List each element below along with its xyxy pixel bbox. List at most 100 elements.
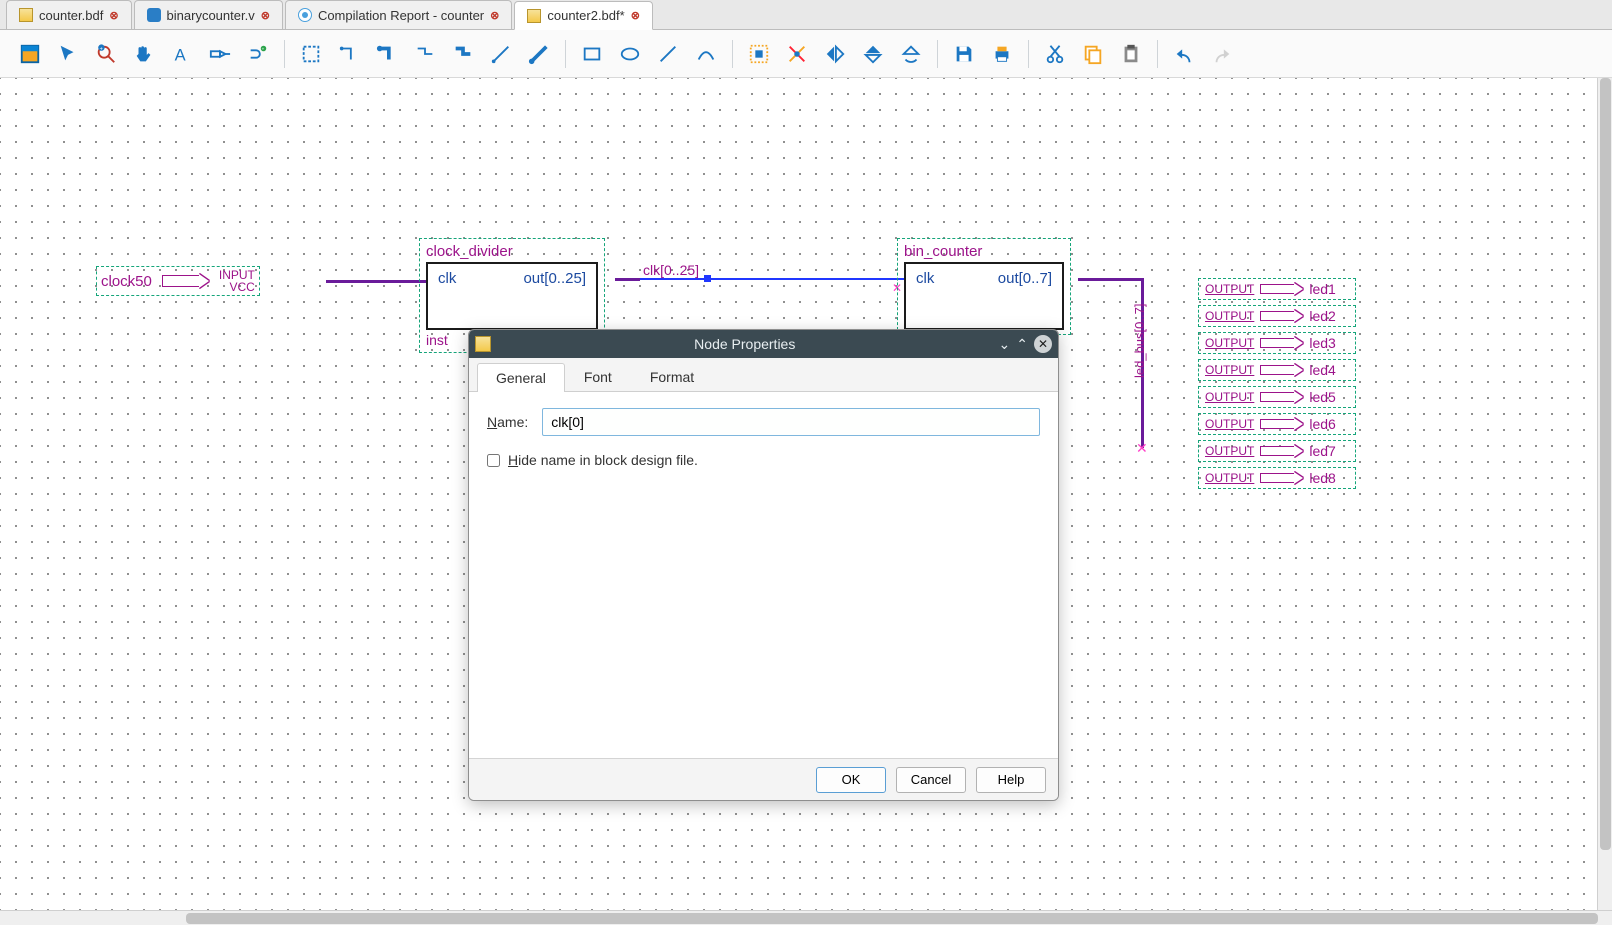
output-pin[interactable]: OUTPUTled2 (1198, 305, 1356, 327)
wire-selected[interactable] (640, 278, 905, 280)
redo-icon[interactable] (1204, 36, 1240, 72)
output-pin[interactable]: OUTPUTled3 (1198, 332, 1356, 354)
port-out: out[0..7] (998, 270, 1052, 287)
svg-text:+: + (100, 46, 103, 52)
tab-label: Compilation Report - counter (318, 8, 484, 23)
ok-button[interactable]: OK (816, 767, 886, 793)
zoom-icon[interactable]: + (88, 36, 124, 72)
help-button[interactable]: Help (976, 767, 1046, 793)
output-pin[interactable]: OUTPUTled7 (1198, 440, 1356, 462)
flip-vertical-icon[interactable] (855, 36, 891, 72)
close-icon[interactable]: ⊗ (631, 9, 640, 22)
block-bin-counter[interactable]: bin_counter clk out[0..7] (897, 238, 1071, 335)
paste-icon[interactable] (1113, 36, 1149, 72)
output-pin[interactable]: OUTPUTled5 (1198, 386, 1356, 408)
rotate-icon[interactable] (893, 36, 929, 72)
copy-icon[interactable] (1075, 36, 1111, 72)
tab-general[interactable]: General (477, 363, 565, 392)
hide-name-label: Hide name in block design file. (508, 452, 698, 468)
close-icon[interactable]: ✕ (1034, 335, 1052, 353)
rectangle-icon[interactable] (574, 36, 610, 72)
cancel-button[interactable]: Cancel (896, 767, 966, 793)
verilog-file-icon (147, 8, 161, 22)
pin-arrow-icon (199, 274, 209, 288)
bus-label: led_bus[0..7] (1132, 304, 1147, 378)
toolbar: + A + (0, 30, 1612, 78)
rubberband-icon[interactable] (741, 36, 777, 72)
cut-icon[interactable] (1037, 36, 1073, 72)
tab-counter-bdf[interactable]: counter.bdf ⊗ (6, 0, 132, 29)
port-in: clk (916, 270, 934, 287)
tab-counter2-bdf[interactable]: counter2.bdf* ⊗ (514, 1, 653, 30)
tab-label: binarycounter.v (167, 8, 255, 23)
close-icon[interactable]: ⊗ (261, 9, 270, 22)
diagonal-line-icon[interactable] (483, 36, 519, 72)
pointer-icon[interactable] (50, 36, 86, 72)
diagonal-bus-icon[interactable] (521, 36, 557, 72)
port-out: out[0..25] (523, 270, 586, 287)
pin-icon[interactable] (202, 36, 238, 72)
toolbar-separator (1157, 40, 1158, 68)
output-pin[interactable]: OUTPUTled6 (1198, 413, 1356, 435)
dangling-x-icon: ✕ (1136, 440, 1148, 457)
output-pins-group: OUTPUTled1 OUTPUTled2 OUTPUTled3 OUTPUTl… (1198, 278, 1356, 489)
tab-binarycounter-v[interactable]: binarycounter.v ⊗ (134, 0, 283, 29)
scroll-thumb[interactable] (1600, 78, 1611, 850)
wire[interactable] (615, 278, 640, 281)
vertical-scrollbar[interactable] (1597, 78, 1612, 910)
close-icon[interactable]: ⊗ (490, 9, 499, 22)
toolbar-separator (937, 40, 938, 68)
pin-body-icon (162, 275, 200, 287)
conduit-bus-icon[interactable] (445, 36, 481, 72)
close-icon[interactable]: ⊗ (109, 9, 118, 22)
horizontal-scrollbar[interactable] (0, 910, 1612, 925)
rect-select-icon[interactable] (293, 36, 329, 72)
editor-tabs: counter.bdf ⊗ binarycounter.v ⊗ Compilat… (0, 0, 1612, 30)
flip-horizontal-icon[interactable] (817, 36, 853, 72)
bdf-file-icon (19, 8, 33, 22)
tab-compilation-report[interactable]: Compilation Report - counter ⊗ (285, 0, 512, 29)
output-pin[interactable]: OUTPUTled4 (1198, 359, 1356, 381)
hand-icon[interactable] (126, 36, 162, 72)
hide-name-checkbox[interactable] (487, 454, 500, 467)
tab-font[interactable]: Font (565, 362, 631, 391)
schematic-canvas[interactable]: clock50 INPUTVCC clock_divider clk out[0… (0, 78, 1612, 925)
conduit-line-icon[interactable] (407, 36, 443, 72)
toolbar-separator (284, 40, 285, 68)
collapse-icon[interactable]: ⌄ (999, 336, 1011, 353)
expand-icon[interactable]: ⌃ (1016, 336, 1028, 353)
oval-icon[interactable] (612, 36, 648, 72)
toolbar-separator (1028, 40, 1029, 68)
dialog-footer: OK Cancel Help (469, 758, 1058, 800)
partial-select-icon[interactable] (779, 36, 815, 72)
undo-icon[interactable] (1166, 36, 1202, 72)
app-icon[interactable] (12, 36, 48, 72)
scroll-thumb[interactable] (186, 913, 1598, 924)
dialog-titlebar[interactable]: Node Properties ⌄ ⌃ ✕ (469, 330, 1058, 358)
toolbar-separator (732, 40, 733, 68)
text-icon[interactable]: A (164, 36, 200, 72)
name-label: Name: (487, 414, 528, 430)
wire-handle-icon[interactable] (704, 275, 711, 282)
wire[interactable] (326, 280, 426, 283)
name-input[interactable] (542, 408, 1040, 436)
tab-label: counter2.bdf* (547, 8, 624, 23)
input-pin-clock50[interactable]: clock50 INPUTVCC (96, 268, 326, 294)
orthogonal-bus-icon[interactable] (369, 36, 405, 72)
arc-icon[interactable] (688, 36, 724, 72)
pin-name: clock50 (101, 273, 152, 290)
orthogonal-node-icon[interactable] (331, 36, 367, 72)
output-pin[interactable]: OUTPUTled1 (1198, 278, 1356, 300)
svg-text:A: A (175, 46, 186, 64)
save-icon[interactable] (946, 36, 982, 72)
tab-format[interactable]: Format (631, 362, 713, 391)
port-in: clk (438, 270, 456, 287)
block-title: clock_divider (426, 243, 598, 260)
print-icon[interactable] (984, 36, 1020, 72)
output-pin[interactable]: OUTPUTled8 (1198, 467, 1356, 489)
line-icon[interactable] (650, 36, 686, 72)
symbol-icon[interactable]: + (240, 36, 276, 72)
dialog-app-icon (475, 336, 491, 352)
pin-type: INPUTVCC (219, 269, 255, 293)
bus-wire[interactable] (1078, 278, 1144, 281)
